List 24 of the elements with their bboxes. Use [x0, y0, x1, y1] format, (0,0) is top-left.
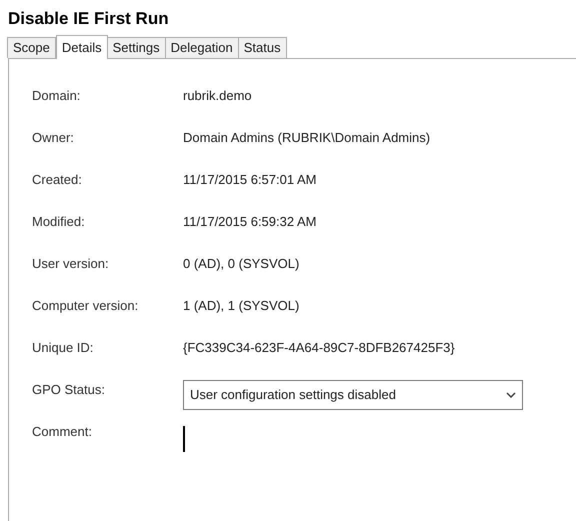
tab[interactable]: Settings — [106, 37, 166, 58]
field-value: rubrik.demo — [183, 87, 252, 106]
tab[interactable]: Scope — [7, 37, 56, 58]
field-label: User version: — [31, 255, 110, 274]
field-value: 0 (AD), 0 (SYSVOL) — [183, 255, 300, 274]
field-label: Modified: — [31, 213, 86, 232]
gpo-status-dropdown[interactable]: User configuration settings disabled — [183, 380, 523, 410]
field-value: {FC339C34-623F-4A64-89C7-8DFB267425F3} — [183, 339, 455, 358]
tab[interactable]: Status — [238, 37, 287, 58]
field-label: Comment: — [31, 423, 93, 442]
field-value: Domain Admins (RUBRIK\Domain Admins) — [183, 129, 430, 148]
field-label: GPO Status: — [31, 381, 106, 400]
chevron-down-icon — [506, 392, 516, 398]
field-label: Created: — [31, 171, 83, 190]
field-value: 1 (AD), 1 (SYSVOL) — [183, 297, 300, 316]
tab[interactable]: Delegation — [164, 37, 239, 58]
field-value: 11/17/2015 6:57:01 AM — [183, 171, 316, 190]
field-label: Domain: — [31, 87, 82, 106]
tab[interactable]: Details — [56, 35, 108, 59]
field-label: Computer version: — [31, 297, 140, 316]
field-label: Owner: — [31, 129, 75, 148]
window-title: Disable IE First Run — [7, 8, 170, 30]
field-label: Unique ID: — [31, 339, 94, 358]
field-value: 11/17/2015 6:59:32 AM — [183, 213, 316, 232]
